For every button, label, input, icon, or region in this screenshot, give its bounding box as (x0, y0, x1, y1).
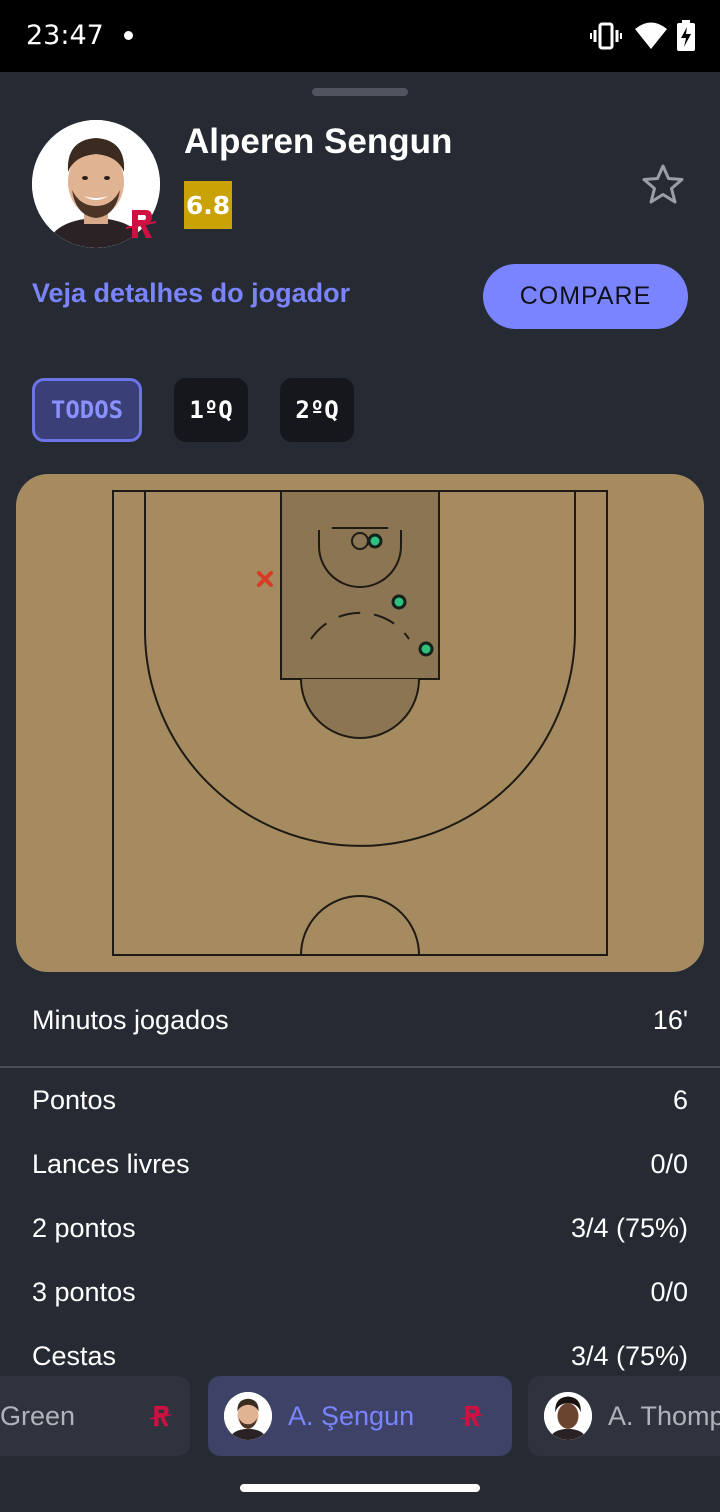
compare-button[interactable]: COMPARE (483, 264, 688, 329)
center-circle (300, 895, 420, 956)
stat-value: 6 (672, 1084, 688, 1115)
shot-map (16, 474, 704, 972)
player-first-name: Alperen (184, 122, 315, 161)
notification-dot-icon (124, 31, 133, 40)
stat-label: Lances livres (32, 1148, 190, 1179)
stat-row-points: Pontos 6 (32, 1080, 688, 1120)
stat-label: Minutos jogados (32, 1004, 229, 1035)
filter-chip-q1[interactable]: 1ºQ (174, 378, 248, 442)
battery-charging-icon (677, 20, 695, 51)
stat-row-two-pointers: 2 pontos 3/4 (75%) (32, 1208, 688, 1248)
player-card-name: Green (0, 1400, 76, 1431)
basketball-court (112, 490, 608, 956)
rockets-logo-icon (460, 1405, 483, 1427)
player-name: Alperen Sengun (184, 122, 452, 162)
free-throw-circle-bottom (300, 678, 420, 739)
status-bar: 23:47 (0, 0, 720, 72)
shot-made-marker (391, 594, 407, 610)
home-gesture-bar[interactable] (240, 1484, 480, 1492)
player-card-avatar (544, 1392, 592, 1440)
star-outline-icon[interactable] (640, 162, 686, 208)
player-card-sengun[interactable]: A. Şengun (208, 1376, 512, 1456)
stat-value: 0/0 (650, 1276, 688, 1307)
status-time: 23:47 (26, 20, 104, 51)
shot-made-marker (367, 533, 383, 549)
player-card-name: A. Thomp (608, 1400, 720, 1431)
player-last-name: Sengun (324, 122, 453, 161)
stat-row-field-goals: Cestas 3/4 (75%) (32, 1336, 688, 1376)
player-details-link[interactable]: Veja detalhes do jogador (32, 278, 350, 309)
stat-label: Cestas (32, 1340, 117, 1371)
stat-label: 3 pontos (32, 1276, 136, 1307)
player-photo-icon (544, 1392, 592, 1440)
shot-missed-marker (257, 571, 273, 587)
player-card-green[interactable]: Green (0, 1376, 190, 1456)
drag-handle[interactable] (312, 88, 408, 96)
rockets-logo-icon (149, 1405, 172, 1427)
stat-value: 0/0 (650, 1148, 688, 1179)
player-card-thompson[interactable]: A. Thomp (528, 1376, 720, 1456)
divider (0, 1066, 720, 1068)
shot-made-marker (418, 641, 434, 657)
stat-label: Pontos (32, 1084, 117, 1115)
stat-label: 2 pontos (32, 1212, 136, 1243)
wifi-icon (635, 22, 667, 49)
player-card-avatar (224, 1392, 272, 1440)
stat-row-three-pointers: 3 pontos 0/0 (32, 1272, 688, 1312)
filter-chip-q2[interactable]: 2ºQ (280, 378, 354, 442)
player-photo-icon (224, 1392, 272, 1440)
stat-value: 3/4 (75%) (570, 1340, 688, 1371)
rockets-logo-icon (125, 210, 157, 238)
stat-value: 16' (652, 1004, 688, 1035)
stat-value: 3/4 (75%) (570, 1212, 688, 1243)
filter-chip-todos[interactable]: TODOS (32, 378, 142, 442)
player-card-name: A. Şengun (288, 1400, 415, 1431)
stat-row-minutes: Minutos jogados 16' (32, 1000, 688, 1040)
paint-area (280, 490, 440, 680)
stat-row-free-throws: Lances livres 0/0 (32, 1144, 688, 1184)
player-rating-badge: 6.8 (184, 181, 232, 229)
vibrate-icon (590, 22, 622, 50)
